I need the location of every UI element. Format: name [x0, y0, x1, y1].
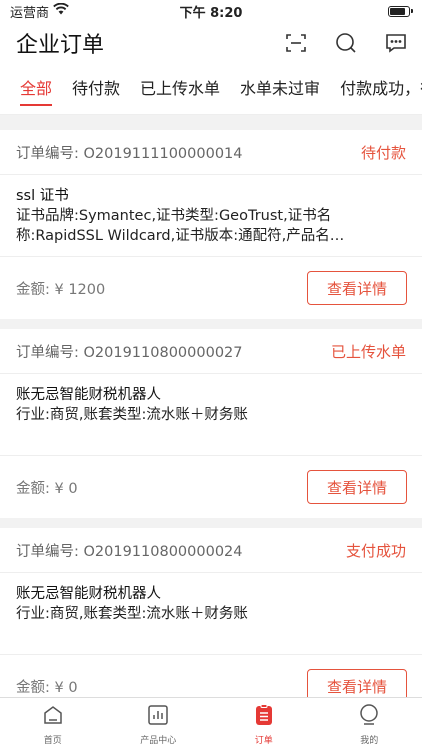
order-list: 订单编号: O2019111100000014 待付款 ssl 证书 证书品牌:… — [0, 130, 422, 727]
tabbar-label: 订单 — [254, 735, 273, 746]
tabbar-label: 我的 — [360, 735, 379, 746]
view-details-button[interactable]: 查看详情 — [307, 470, 407, 504]
product-description: 证书品牌:Symantec,证书类型:GeoTrust,证书名称:RapidSS… — [16, 208, 332, 244]
order-card: 订单编号: O2019111100000014 待付款 ssl 证书 证书品牌:… — [0, 130, 422, 319]
message-icon[interactable] — [384, 31, 408, 55]
home-icon — [41, 703, 65, 730]
order-status: 已上传水单 — [330, 342, 406, 361]
page-title: 企业订单 — [16, 33, 105, 58]
search-icon[interactable] — [334, 31, 358, 55]
order-status: 待付款 — [360, 143, 406, 162]
status-bar: 运营商 下午 8:20 — [0, 0, 422, 22]
tab-payment-success[interactable]: 付款成功，待 — [330, 64, 422, 114]
tab-all[interactable]: 全部 — [0, 64, 62, 114]
order-card: 订单编号: O2019110800000024 支付成功 账无忌智能财税机器人 … — [0, 528, 422, 717]
order-filter-tabs: 全部 待付款 已上传水单 水单未过审 付款成功，待 — [0, 64, 422, 115]
tabbar-label: 产品中心 — [140, 735, 177, 746]
product-description: 行业:商贸,账套类型:流水账＋财务账 — [16, 407, 248, 423]
order-status: 支付成功 — [345, 541, 406, 560]
product-description: 行业:商贸,账套类型:流水账＋财务账 — [16, 606, 248, 622]
profile-icon — [357, 703, 381, 730]
order-icon — [252, 703, 276, 730]
tabbar-label: 首页 — [43, 735, 62, 746]
nav-bar: 企业订单 — [0, 22, 422, 64]
order-number: 订单编号: O2019110800000027 — [16, 344, 243, 361]
order-card: 订单编号: O2019110800000027 已上传水单 账无忌智能财税机器人… — [0, 329, 422, 518]
product-name: ssl 证书 — [16, 188, 69, 204]
order-amount: 金额: ¥ 0 — [16, 679, 78, 696]
order-number: 订单编号: O2019110800000024 — [16, 543, 243, 560]
tabbar-orders[interactable]: 订单 — [211, 698, 317, 750]
status-time: 下午 8:20 — [179, 5, 243, 21]
battery-icon — [388, 5, 413, 17]
tabbar-products[interactable]: 产品中心 — [106, 698, 212, 750]
product-name: 账无忌智能财税机器人 — [16, 387, 161, 403]
tab-receipt-rejected[interactable]: 水单未过审 — [230, 64, 330, 114]
scan-icon[interactable] — [284, 31, 308, 55]
order-number: 订单编号: O2019111100000014 — [16, 145, 243, 162]
order-amount: 金额: ¥ 1200 — [16, 281, 106, 298]
view-details-button[interactable]: 查看详情 — [307, 271, 407, 305]
tabbar-home[interactable]: 首页 — [0, 698, 106, 750]
tab-receipt-uploaded[interactable]: 已上传水单 — [130, 64, 230, 114]
tabbar-profile[interactable]: 我的 — [317, 698, 422, 750]
tab-pending-payment[interactable]: 待付款 — [62, 64, 130, 114]
bottom-tab-bar: 首页 产品中心 订单 我的 — [0, 697, 422, 750]
product-name: 账无忌智能财税机器人 — [16, 586, 161, 602]
order-amount: 金额: ¥ 0 — [16, 480, 78, 497]
chart-icon — [146, 703, 170, 730]
